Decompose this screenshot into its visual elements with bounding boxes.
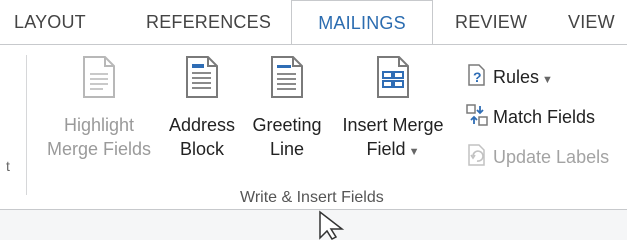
tab-view[interactable]: VIEW	[568, 0, 615, 44]
update-labels-icon	[468, 144, 485, 166]
left-edge-glyph: t	[6, 158, 10, 174]
button-label-line2: Merge Fields	[46, 139, 152, 159]
chevron-down-icon: ▼	[542, 74, 553, 86]
chevron-down-icon: ▼	[408, 146, 420, 158]
greeting-line-button[interactable]: Greeting Line	[243, 55, 331, 161]
address-block-icon	[186, 56, 218, 98]
button-label-line1: Highlight	[63, 115, 135, 135]
button-label-line2: Line	[269, 139, 305, 159]
update-labels-button[interactable]: Update Labels	[465, 143, 609, 171]
tab-mailings[interactable]: MAILINGS	[291, 0, 433, 47]
svg-text:?: ?	[473, 69, 482, 85]
ribbon-tab-strip: LAYOUT REFERENCES MAILINGS REVIEW VIEW	[0, 0, 627, 47]
document-icon	[83, 56, 115, 98]
tab-review[interactable]: REVIEW	[455, 0, 527, 44]
tab-layout[interactable]: LAYOUT	[14, 0, 86, 44]
insert-merge-field-button[interactable]: Insert Merge Field ▼	[332, 55, 454, 164]
tab-references[interactable]: REFERENCES	[146, 0, 271, 44]
update-labels-label: Update Labels	[493, 147, 610, 167]
match-fields-label: Match Fields	[493, 107, 596, 127]
button-label-line1: Address	[168, 115, 236, 135]
button-label-line2: Field ▼	[366, 139, 420, 159]
group-label-write-insert-fields: Write & Insert Fields	[240, 189, 384, 206]
match-fields-icon	[466, 104, 488, 126]
mouse-pointer-icon	[319, 210, 345, 240]
rules-label: Rules	[493, 67, 540, 87]
highlight-merge-fields-button[interactable]: Highlight Merge Fields	[40, 55, 158, 161]
address-block-button[interactable]: Address Block	[163, 55, 241, 161]
greeting-line-icon	[271, 56, 303, 98]
button-label-line1: Insert Merge	[342, 115, 444, 135]
rules-button[interactable]: ? Rules ▼	[465, 63, 553, 91]
insert-merge-field-icon	[377, 56, 409, 98]
button-label-line1: Greeting	[252, 115, 322, 135]
rules-icon: ?	[468, 64, 485, 86]
match-fields-button[interactable]: Match Fields	[465, 103, 595, 131]
button-label-line2: Block	[179, 139, 224, 159]
ribbon-group-divider	[26, 55, 27, 195]
ribbon-panel: t Highlight Merge Fields Address Block G…	[0, 44, 627, 210]
